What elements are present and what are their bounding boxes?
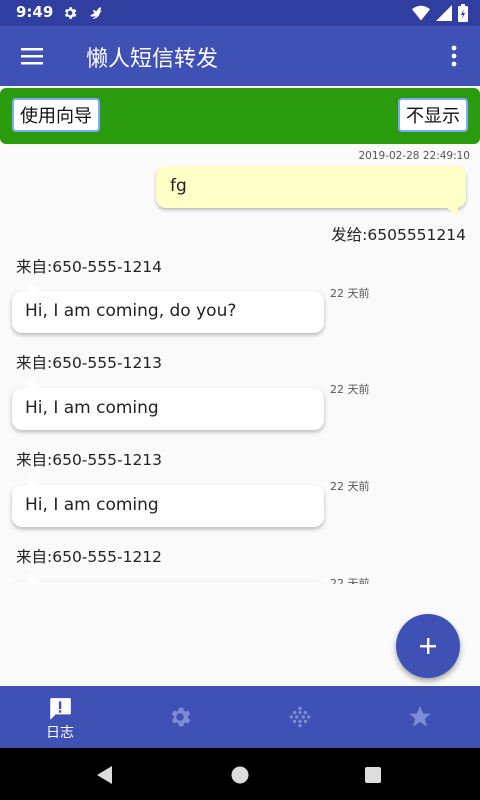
bubble-tail <box>28 379 42 389</box>
nav-item-rules[interactable] <box>240 686 360 748</box>
sender-label: 来自:650-555-1212 <box>16 548 163 566</box>
app-title: 懒人短信转发 <box>86 47 219 72</box>
bubble-tail <box>28 282 42 292</box>
message-time: 22 天前 <box>330 287 370 300</box>
incoming-message-text: Hi, I am coming, do you? <box>25 301 237 321</box>
message-time: 22 天前 <box>330 480 370 493</box>
add-fab-button[interactable] <box>396 614 460 678</box>
recents-icon[interactable] <box>362 764 384 786</box>
status-bar: 9:49 <box>0 0 480 26</box>
nav-label-log: 日志 <box>46 725 74 741</box>
incoming-message-bubble[interactable]: Hi, I am coming <box>12 379 324 430</box>
outgoing-message-bubble[interactable]: fg <box>156 166 466 217</box>
bubble-tail <box>446 207 458 217</box>
sender-label: 来自:650-555-1214 <box>16 258 163 276</box>
bird-notification-icon <box>89 7 102 19</box>
incoming-message-text: Hi, I am coming <box>25 495 159 515</box>
log-icon <box>50 698 71 720</box>
guide-button[interactable]: 使用向导 <box>12 98 100 132</box>
home-icon[interactable] <box>229 764 251 786</box>
more-vert-icon[interactable] <box>442 43 466 69</box>
sender-label: 来自:650-555-1213 <box>16 451 163 469</box>
outgoing-timestamp: 2019-02-28 22:49:10 <box>358 150 470 162</box>
plus-icon <box>420 638 436 654</box>
dots-grid-icon <box>289 706 311 728</box>
outgoing-message-text: fg <box>170 176 187 196</box>
bubble-tail <box>28 573 42 583</box>
gear-icon <box>171 707 191 727</box>
incoming-message-text: Hi, I am coming <box>25 398 159 418</box>
message-time: 22 天前 <box>330 577 370 584</box>
guide-banner: 使用向导 不显示 <box>0 88 480 144</box>
sender-label: 来自:650-555-1213 <box>16 354 163 372</box>
nav-item-settings[interactable] <box>120 686 240 748</box>
message-time: 22 天前 <box>330 383 370 396</box>
app-bar: 懒人短信转发 <box>0 26 480 86</box>
signal-icon <box>436 5 452 21</box>
system-navigation-bar <box>0 748 480 800</box>
message-list[interactable]: 2019-02-28 22:49:10 fg 发给:6505551214 来自:… <box>0 144 480 584</box>
incoming-message-bubble[interactable] <box>12 573 324 584</box>
menu-icon[interactable] <box>18 43 46 69</box>
bottom-navigation: 日志 <box>0 686 480 748</box>
sent-to-label: 发给:6505551214 <box>331 226 466 244</box>
bubble-tail <box>28 476 42 486</box>
star-icon <box>409 706 431 727</box>
back-icon[interactable] <box>94 764 116 786</box>
wifi-icon <box>412 5 430 21</box>
settings-icon <box>64 7 77 19</box>
battery-icon <box>458 4 468 22</box>
status-time: 9:49 <box>16 3 54 21</box>
nav-item-log[interactable]: 日志 <box>0 686 120 748</box>
nav-item-favorites[interactable] <box>360 686 480 748</box>
incoming-message-bubble[interactable]: Hi, I am coming, do you? <box>12 282 324 333</box>
hide-guide-button[interactable]: 不显示 <box>398 98 468 132</box>
incoming-message-bubble[interactable]: Hi, I am coming <box>12 476 324 527</box>
